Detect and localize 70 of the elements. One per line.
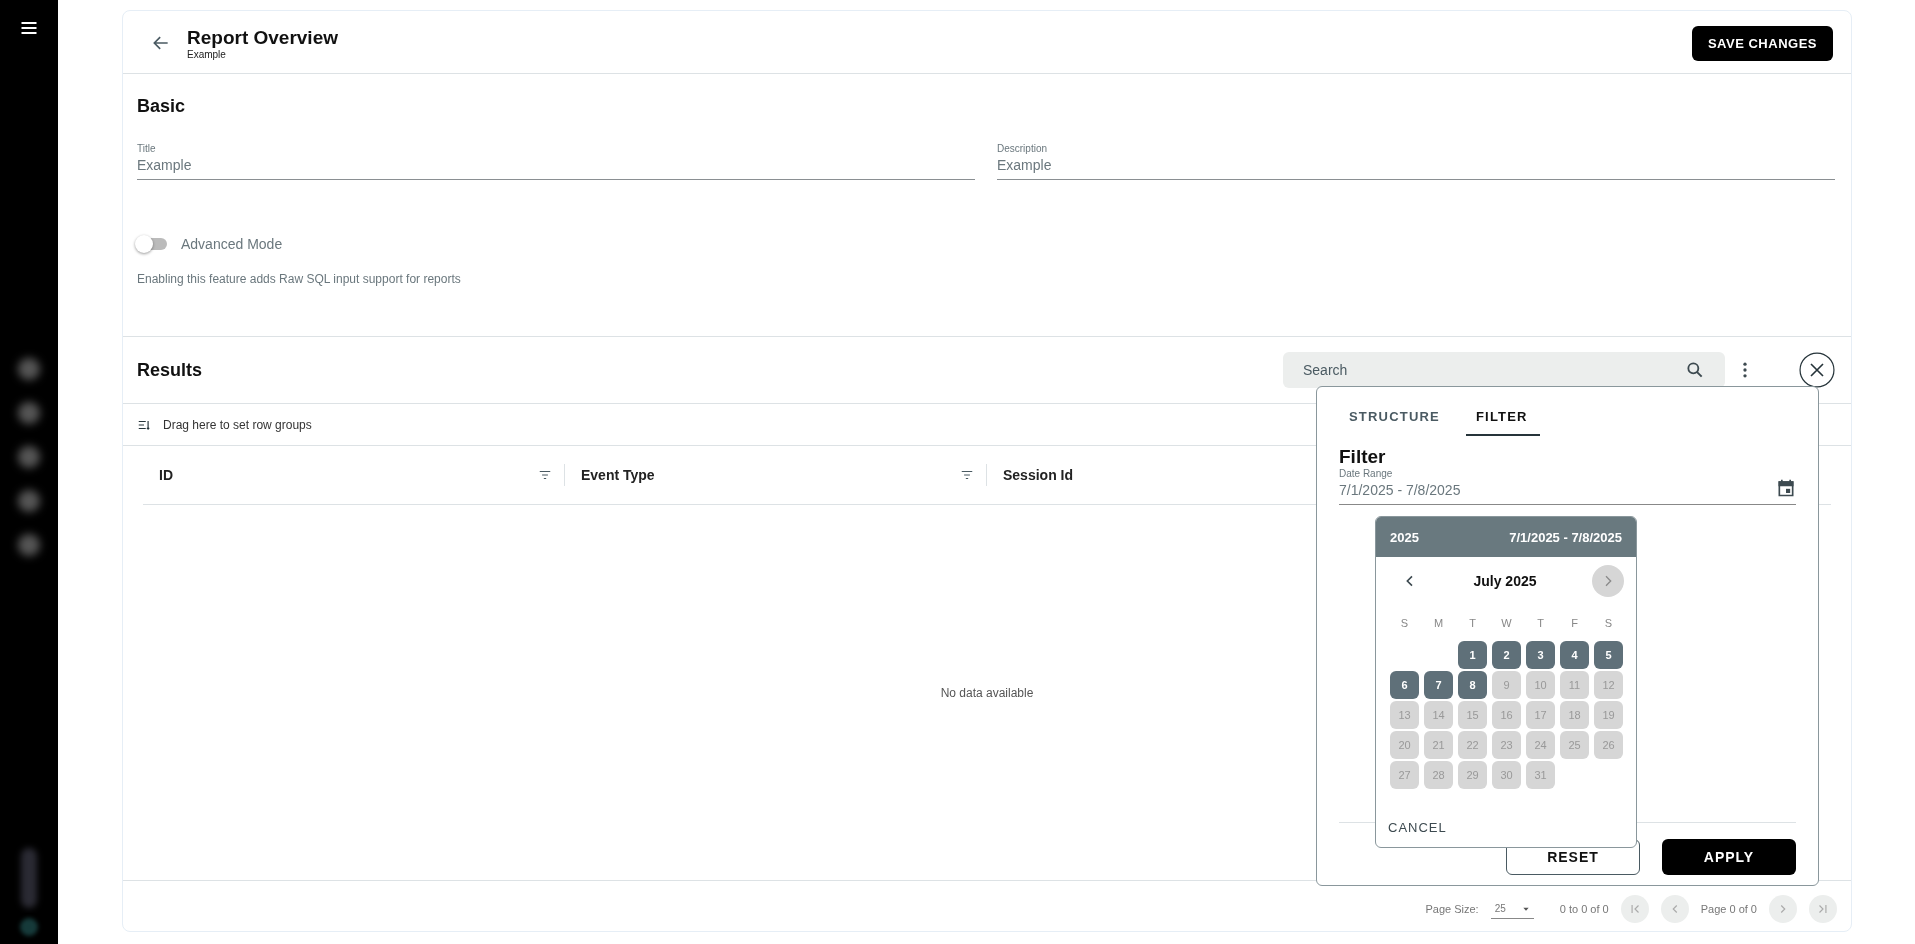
text-field[interactable]: Description Example bbox=[997, 143, 1835, 180]
blurred-icon[interactable] bbox=[20, 918, 38, 936]
search-placeholder: Search bbox=[1303, 362, 1348, 378]
weekday-label: S bbox=[1399, 616, 1410, 631]
blurred-icon[interactable] bbox=[18, 490, 40, 512]
field-value: 7/1/2025 - 7/8/2025 bbox=[1339, 482, 1461, 498]
column-header[interactable]: ID bbox=[159, 467, 173, 483]
blurred-icon[interactable] bbox=[18, 358, 40, 380]
column-header[interactable]: Event Type bbox=[581, 467, 655, 483]
previous-page-button[interactable] bbox=[1660, 895, 1689, 923]
day-cell[interactable]: 5 bbox=[1594, 641, 1623, 669]
help-text: Enabling this feature adds Raw SQL input support for reports bbox=[137, 272, 462, 286]
day-cell[interactable]: 1 bbox=[1458, 641, 1487, 669]
filter-icon[interactable] bbox=[960, 468, 974, 482]
filter-icon[interactable] bbox=[538, 468, 552, 482]
tab[interactable]: FILTER bbox=[1465, 399, 1540, 436]
field-label: Description bbox=[997, 143, 1049, 154]
search-field[interactable]: Search bbox=[1283, 352, 1725, 388]
day-cell[interactable]: 7 bbox=[1424, 671, 1453, 699]
row-groups-hint: Drag here to set row groups bbox=[163, 417, 312, 432]
date-range-field[interactable]: Date Range 7/1/2025 - 7/8/2025 bbox=[1339, 468, 1796, 505]
section-heading: Results bbox=[137, 359, 203, 381]
save-changes-button[interactable]: SAVE CHANGES bbox=[1691, 25, 1833, 61]
apply-button[interactable]: APPLY bbox=[1662, 839, 1796, 875]
next-page-button[interactable] bbox=[1769, 895, 1797, 923]
next-month-button[interactable] bbox=[1592, 565, 1624, 597]
last-page-button[interactable] bbox=[1809, 895, 1837, 923]
search-icon[interactable] bbox=[1685, 360, 1705, 380]
last-page-icon bbox=[1816, 902, 1830, 916]
weekday-label: T bbox=[1468, 616, 1477, 631]
month-label: July 2025 bbox=[1473, 573, 1537, 589]
page-title: Report Overview bbox=[187, 26, 338, 49]
weekday-label: T bbox=[1536, 616, 1545, 631]
field-label: Title bbox=[137, 143, 157, 154]
page-size-label: Page Size: bbox=[1425, 903, 1479, 915]
page-subtitle: Example bbox=[187, 48, 227, 60]
weekday-label: F bbox=[1570, 616, 1579, 631]
blurred-icon[interactable] bbox=[18, 446, 40, 468]
year-label[interactable]: 2025 bbox=[1390, 529, 1419, 545]
day-cell[interactable]: 3 bbox=[1526, 641, 1555, 669]
blurred-icon[interactable] bbox=[18, 534, 40, 556]
selected-range: 7/1/2025 - 7/8/2025 bbox=[1509, 529, 1622, 545]
field-value: Example bbox=[137, 157, 193, 173]
toggle-switch[interactable] bbox=[137, 238, 167, 250]
day-cell[interactable]: 2 bbox=[1492, 641, 1521, 669]
empty-message: No data available bbox=[940, 685, 1034, 700]
cancel-button[interactable]: CANCEL bbox=[1384, 816, 1451, 839]
calendar-icon[interactable] bbox=[1776, 478, 1796, 498]
field-value: Example bbox=[997, 157, 1053, 173]
toggle-label: Advanced Mode bbox=[181, 236, 283, 252]
tab[interactable]: STRUCTURE bbox=[1339, 399, 1452, 436]
panel-heading: Filter bbox=[1339, 446, 1387, 468]
blurred-icon[interactable] bbox=[21, 848, 37, 908]
row-range: 0 to 0 of 0 bbox=[1559, 903, 1609, 915]
weekday-label: W bbox=[1500, 616, 1513, 631]
close-icon[interactable] bbox=[1799, 352, 1835, 388]
page-size-value: 25 bbox=[1494, 903, 1506, 914]
weekday-label: M bbox=[1432, 616, 1445, 631]
day-cell[interactable]: 6 bbox=[1390, 671, 1419, 699]
first-page-button[interactable] bbox=[1620, 895, 1649, 923]
column-header[interactable]: Session Id bbox=[1003, 467, 1074, 483]
weekday-label: S bbox=[1603, 616, 1614, 631]
field-label: Date Range bbox=[1339, 468, 1394, 479]
day-cell[interactable]: 4 bbox=[1560, 641, 1589, 669]
blurred-icon[interactable] bbox=[18, 402, 40, 424]
day-cell[interactable]: 8 bbox=[1458, 671, 1487, 699]
section-heading: Basic bbox=[137, 96, 187, 117]
page-size-select[interactable]: 25 bbox=[1490, 899, 1534, 919]
text-field[interactable]: Title Example bbox=[137, 143, 975, 180]
page-indicator: Page 0 of 0 bbox=[1700, 903, 1757, 915]
